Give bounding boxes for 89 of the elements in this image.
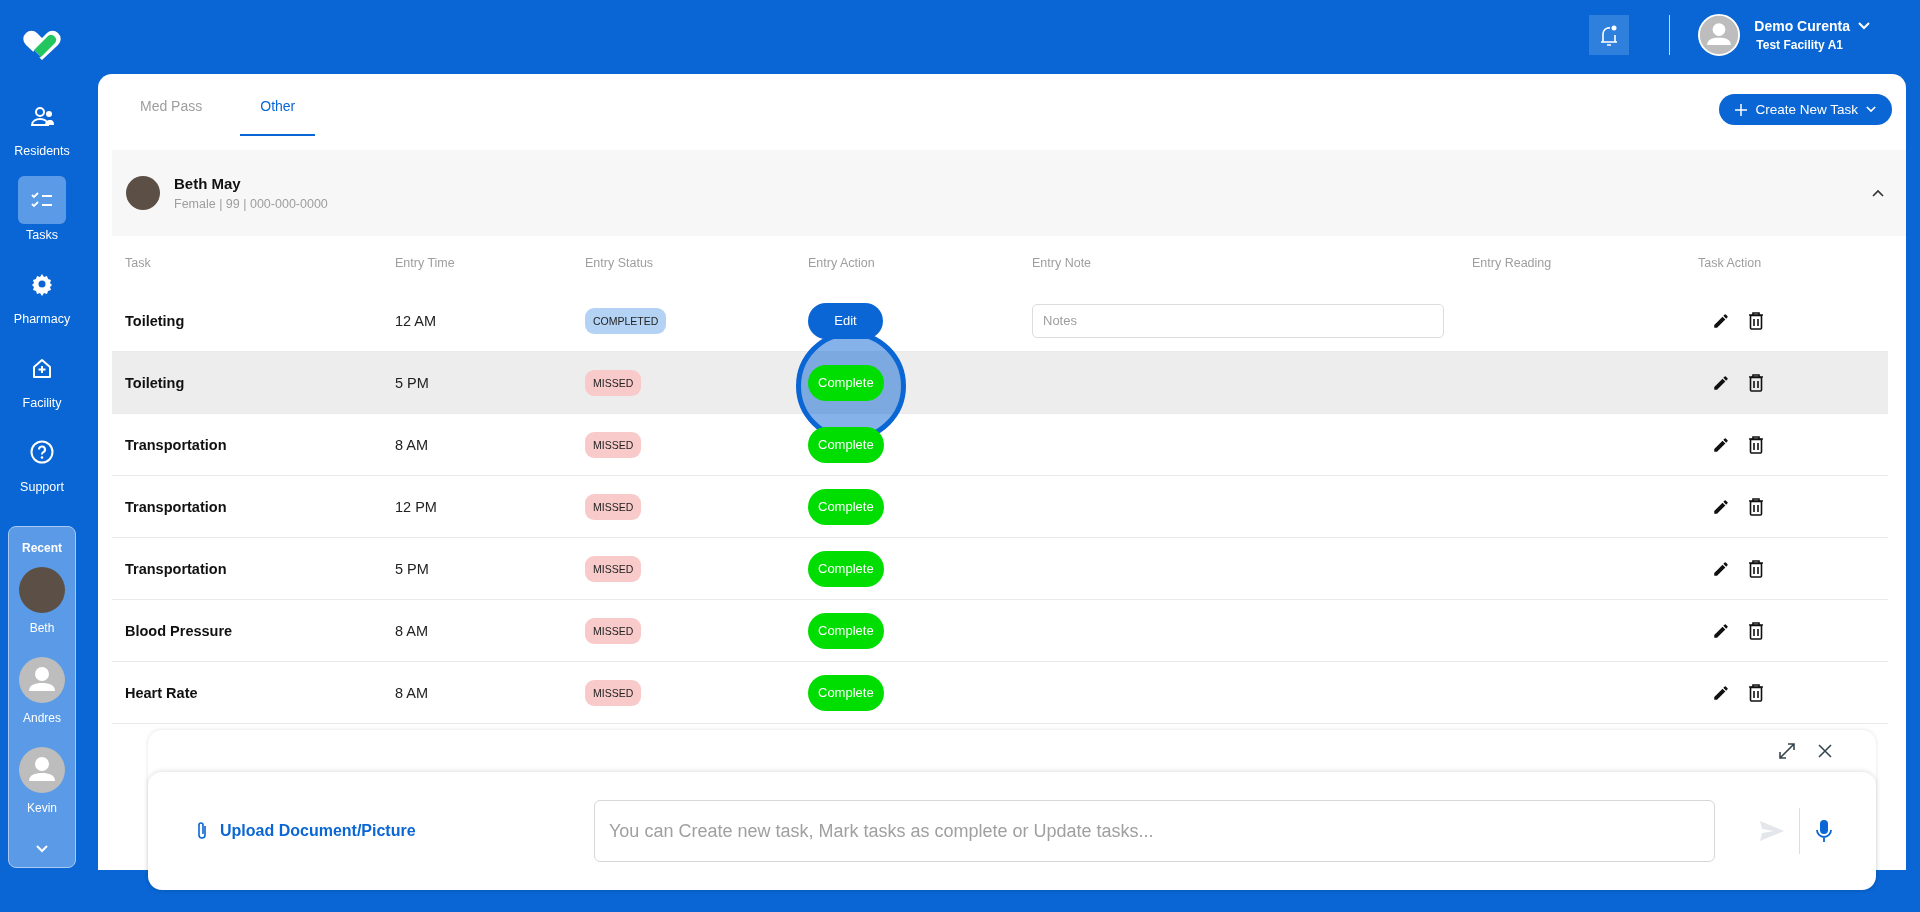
entry-time: 8 AM: [395, 436, 429, 453]
status-badge: MISSED: [585, 369, 642, 396]
entry-time: 12 AM: [395, 312, 437, 329]
trash-icon[interactable]: [1748, 559, 1764, 578]
pencil-icon[interactable]: [1712, 497, 1730, 516]
recent-title: Recent: [22, 541, 62, 555]
task-name: Toileting: [125, 374, 185, 391]
trash-icon[interactable]: [1748, 311, 1764, 330]
table-row[interactable]: Toileting 5 PM MISSED Complete: [112, 352, 1888, 414]
pencil-icon[interactable]: [1712, 559, 1730, 578]
microphone-icon[interactable]: [1816, 819, 1832, 843]
trash-icon[interactable]: [1748, 373, 1764, 392]
entry-time: 12 PM: [395, 498, 437, 515]
pencil-icon[interactable]: [1712, 373, 1730, 392]
status-badge: MISSED: [585, 679, 642, 706]
table-row[interactable]: Toileting 12 AM COMPLETED Edit Notes: [112, 290, 1888, 352]
user-menu[interactable]: Demo Curenta Test Facility A1: [1698, 14, 1870, 56]
column-header: Entry Reading: [1472, 256, 1553, 270]
column-header: Task: [125, 256, 152, 270]
chevron-down-icon: [1866, 106, 1876, 113]
column-header: Entry Time: [395, 256, 456, 270]
avatar-icon[interactable]: [19, 747, 65, 793]
trash-icon[interactable]: [1748, 497, 1764, 516]
paperclip-icon: [196, 821, 208, 841]
avatar-icon: [1698, 14, 1741, 56]
task-name: Transportation: [125, 436, 227, 453]
chevron-down-icon[interactable]: [36, 845, 48, 853]
close-icon[interactable]: [1818, 744, 1832, 758]
status-badge: COMPLETED: [585, 307, 667, 334]
column-header: Entry Status: [585, 256, 655, 270]
task-name: Transportation: [125, 498, 227, 515]
people-icon: [30, 104, 54, 128]
status-badge: MISSED: [585, 431, 642, 458]
chat-input[interactable]: You can Create new task, Mark tasks as complete or Update tasks...: [594, 800, 1715, 862]
column-header: Entry Action: [808, 256, 876, 270]
person-name[interactable]: Andres: [23, 711, 61, 725]
status-badge: MISSED: [585, 617, 642, 644]
edit-button[interactable]: Edit: [808, 302, 883, 339]
chevron-down-icon: [1858, 22, 1870, 30]
table-row[interactable]: Transportation 12 PM MISSED Complete: [112, 476, 1888, 538]
task-name: Heart Rate: [125, 684, 198, 701]
table-row[interactable]: Heart Rate 8 AM MISSED Complete: [112, 662, 1888, 724]
entry-time: 8 AM: [395, 622, 429, 639]
notifications-button[interactable]: [1589, 15, 1630, 55]
column-header: Task Action: [1698, 256, 1763, 270]
nav-item[interactable]: Facility: [18, 344, 66, 410]
photo-placeholder: [126, 176, 160, 210]
task-name: Blood Pressure: [125, 622, 233, 639]
table-row[interactable]: Transportation 5 PM MISSED Complete: [112, 538, 1888, 600]
task-name: Toileting: [125, 312, 185, 329]
resident-name: Beth May: [174, 175, 242, 192]
status-badge: MISSED: [585, 555, 642, 582]
expand-icon[interactable]: [1778, 742, 1796, 760]
user-name: Demo Curenta: [1754, 18, 1850, 34]
trash-icon[interactable]: [1748, 683, 1764, 702]
house-plus-icon: [30, 356, 54, 380]
task-name: Transportation: [125, 560, 227, 577]
help-icon: [30, 440, 54, 464]
tab[interactable]: Other: [240, 82, 316, 136]
trash-icon[interactable]: [1748, 435, 1764, 454]
upload-link[interactable]: Upload Document/Picture: [196, 821, 594, 841]
table-row[interactable]: Blood Pressure 8 AM MISSED Complete: [112, 600, 1888, 662]
pencil-icon[interactable]: [1712, 683, 1730, 702]
entry-time: 5 PM: [395, 374, 429, 391]
pencil-icon[interactable]: [1712, 435, 1730, 454]
person-name[interactable]: Kevin: [27, 801, 57, 815]
nav-item[interactable]: Pharmacy: [13, 260, 71, 326]
table-row[interactable]: Transportation 8 AM MISSED Complete: [112, 414, 1888, 476]
create-task-button[interactable]: Create New Task: [1719, 94, 1892, 125]
pencil-icon[interactable]: [1712, 311, 1730, 330]
facility-name: Test Facility A1: [1755, 38, 1844, 52]
nav-item[interactable]: Residents: [14, 92, 70, 158]
plus-icon: [1735, 103, 1748, 116]
entry-time: 8 AM: [395, 684, 429, 701]
resident-details: Female | 99 | 000-000-0000: [174, 197, 329, 211]
photo-placeholder[interactable]: [19, 567, 65, 613]
trash-icon[interactable]: [1748, 621, 1764, 640]
settings-icon: [30, 272, 54, 296]
person-name[interactable]: Beth: [29, 621, 55, 635]
avatar-icon[interactable]: [19, 657, 65, 703]
nav-item[interactable]: Support: [18, 428, 66, 494]
status-badge: MISSED: [585, 493, 642, 520]
resident-header[interactable]: Beth May Female | 99 | 000-000-0000: [112, 150, 1906, 236]
tab[interactable]: Med Pass: [120, 82, 223, 136]
note-field[interactable]: Notes: [1032, 303, 1444, 338]
entry-time: 5 PM: [395, 560, 429, 577]
pencil-icon[interactable]: [1712, 621, 1730, 640]
column-header: Entry Note: [1032, 256, 1093, 270]
logo-icon[interactable]: [20, 28, 64, 62]
